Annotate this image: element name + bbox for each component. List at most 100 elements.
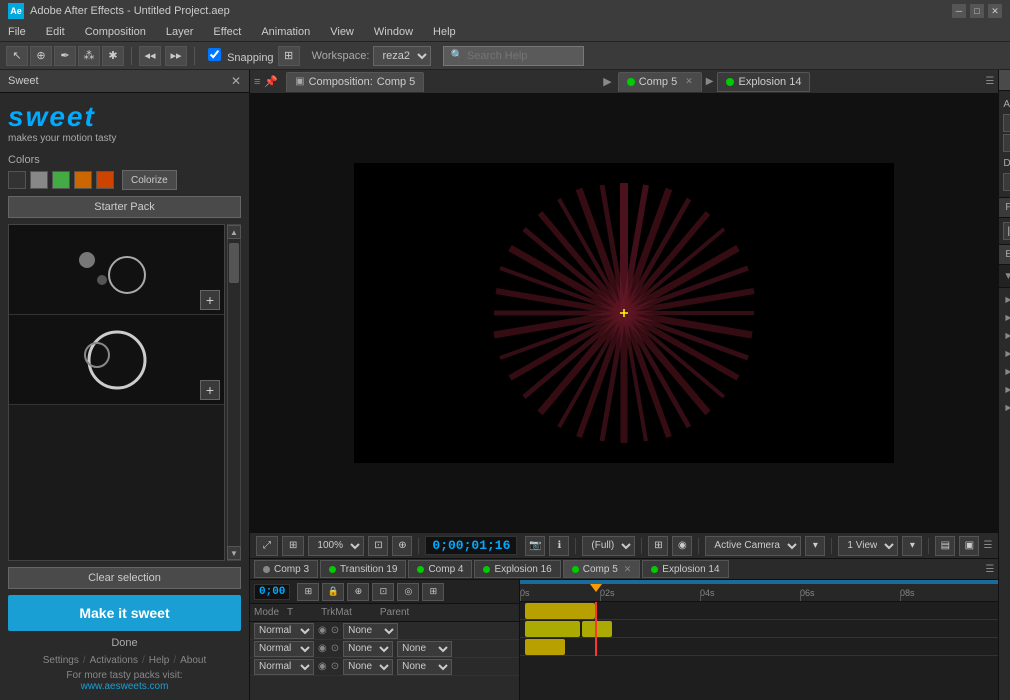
comp-tab-overflow[interactable]: ▶: [599, 75, 615, 88]
preset-item-2[interactable]: +: [9, 315, 224, 405]
timeline-tab-transition19[interactable]: Transition 19: [320, 560, 406, 578]
timeline-tab-explosion14[interactable]: Explosion 14: [642, 560, 728, 578]
row2-parent-select[interactable]: None: [397, 641, 452, 657]
menu-effect[interactable]: Effect: [209, 26, 245, 38]
comp-tab-comp5[interactable]: Comp 5 ✕: [618, 72, 702, 92]
tc-btn-2[interactable]: 🔒: [322, 583, 344, 601]
timeline-tab-comp3[interactable]: Comp 3: [254, 560, 318, 578]
effect-bcc8-blur[interactable]: ▶ BCC8 Bl...harpen: [1001, 380, 1010, 398]
comp-pin-icon[interactable]: 📌: [264, 75, 278, 88]
color-swatch-2[interactable]: [30, 171, 48, 189]
effect-bcc8-color[interactable]: ▶ BCC8 Co...& Tone: [1001, 398, 1010, 416]
effect-anima-presets[interactable]: ▶ * Anima...Presets: [1001, 290, 1010, 308]
color-swatch-3[interactable]: [52, 171, 70, 189]
tool-shape[interactable]: ⁂: [78, 46, 100, 66]
track-clip-3a[interactable]: [525, 639, 565, 655]
settings-link[interactable]: Settings: [43, 655, 79, 666]
comp-expand-icon[interactable]: ≡: [254, 76, 260, 88]
about-link[interactable]: About: [180, 655, 206, 666]
right-tab-info[interactable]: Info: [999, 70, 1010, 90]
playhead[interactable]: [595, 602, 597, 656]
comp5tl-close[interactable]: ✕: [624, 564, 632, 575]
tc-btn-1[interactable]: ⊞: [297, 583, 319, 601]
menu-composition[interactable]: Composition: [81, 26, 150, 38]
align-vmid-btn[interactable]: ⊞: [1003, 134, 1010, 152]
preview-first-btn[interactable]: |◂: [1003, 222, 1010, 240]
snapping-checkbox[interactable]: [208, 48, 221, 61]
row1-parent-select[interactable]: None: [343, 623, 398, 639]
comp-tab-arrow[interactable]: ▶: [704, 76, 716, 87]
scroll-up-btn[interactable]: ▲: [227, 225, 241, 239]
viewer-zoom-btn[interactable]: ⊕: [392, 536, 412, 556]
camera-select[interactable]: Active Camera: [705, 536, 801, 556]
zoom-select[interactable]: 100%: [308, 536, 364, 556]
row3-lock-icon[interactable]: ⊙: [331, 661, 339, 672]
color-swatch-4[interactable]: [74, 171, 92, 189]
menu-file[interactable]: File: [4, 26, 30, 38]
starter-pack-button[interactable]: Starter Pack: [8, 196, 241, 218]
visit-link[interactable]: www.aesweets.com: [81, 681, 169, 692]
row3-eye-icon[interactable]: ◉: [318, 661, 327, 672]
row3-parent-select[interactable]: None: [397, 659, 452, 675]
viewer-area[interactable]: [250, 94, 998, 532]
minimize-btn[interactable]: ─: [952, 4, 966, 18]
timeline-tab-comp4[interactable]: Comp 4: [408, 560, 472, 578]
effect-bcc8-3d[interactable]: ▶ BCC8 3D...ects: [1001, 344, 1010, 362]
comp-tab-explosion14[interactable]: Explosion 14: [717, 72, 810, 92]
effect-3d-channel[interactable]: ▶ 3D Channel: [1001, 308, 1010, 326]
viewer-grid2-btn[interactable]: ⊞: [648, 536, 668, 556]
preset-add-btn-1[interactable]: +: [200, 290, 220, 310]
row2-trkmat-select[interactable]: None: [343, 641, 393, 657]
row1-lock-icon[interactable]: ⊙: [331, 625, 339, 636]
timeline-tab-explosion16[interactable]: Explosion 16: [474, 560, 560, 578]
viewer-gl-btn[interactable]: ▤: [935, 536, 955, 556]
row2-lock-icon[interactable]: ⊙: [331, 643, 339, 654]
tc-btn-3[interactable]: ⊕: [347, 583, 369, 601]
effect-bcc8-art[interactable]: ▶ BCC8 Art Looks: [1001, 362, 1010, 380]
color-swatch-1[interactable]: [8, 171, 26, 189]
menu-window[interactable]: Window: [370, 26, 417, 38]
viewer-cam-btn[interactable]: 📷: [525, 536, 545, 556]
preset-item-1[interactable]: +: [9, 225, 224, 315]
menu-view[interactable]: View: [326, 26, 358, 38]
snap-options-btn[interactable]: ⊞: [278, 46, 300, 66]
tc-btn-4[interactable]: ⊡: [372, 583, 394, 601]
dist-left-btn[interactable]: ⊞: [1003, 173, 1010, 191]
preset-add-btn-2[interactable]: +: [200, 380, 220, 400]
align-left-btn[interactable]: ⊞: [1003, 114, 1010, 132]
row1-eye-icon[interactable]: ◉: [318, 625, 327, 636]
help-link[interactable]: Help: [149, 655, 170, 666]
row2-mode-select[interactable]: Normal: [254, 641, 314, 657]
quality-select[interactable]: (Full): [582, 536, 635, 556]
track-clip-2b[interactable]: [582, 621, 612, 637]
scroll-down-btn[interactable]: ▼: [227, 546, 241, 560]
view-select[interactable]: 1 View: [838, 536, 898, 556]
track-clip-1a[interactable]: [525, 603, 595, 619]
timeline-tab-comp5[interactable]: Comp 5 ✕: [563, 560, 641, 578]
viewer-expand-btn[interactable]: ⤢: [256, 536, 278, 556]
done-button[interactable]: Done: [8, 637, 241, 649]
menu-edit[interactable]: Edit: [42, 26, 69, 38]
comp5-close[interactable]: ✕: [685, 76, 693, 87]
scroll-thumb[interactable]: [229, 243, 239, 283]
effect-audio[interactable]: ▶ Audio: [1001, 326, 1010, 344]
viewer-info-btn[interactable]: ℹ: [549, 536, 569, 556]
comp-overflow-icon[interactable]: ☰: [985, 76, 994, 87]
clear-selection-button[interactable]: Clear selection: [8, 567, 241, 589]
sweet-close-btn[interactable]: ✕: [231, 74, 241, 88]
tool-select[interactable]: ↖: [6, 46, 28, 66]
timeline-overflow[interactable]: ☰: [985, 564, 994, 575]
color-swatch-5[interactable]: [96, 171, 114, 189]
row1-mode-select[interactable]: Normal: [254, 623, 314, 639]
row3-mode-select[interactable]: Normal: [254, 659, 314, 675]
viewer-cam-down[interactable]: ▾: [805, 536, 825, 556]
viewer-grid-btn[interactable]: ⊞: [282, 536, 304, 556]
tool-pen[interactable]: ✒: [54, 46, 76, 66]
tool-nav-right[interactable]: ▸▸: [165, 46, 187, 66]
tc-btn-5[interactable]: ◎: [397, 583, 419, 601]
menu-layer[interactable]: Layer: [162, 26, 198, 38]
colorize-button[interactable]: Colorize: [122, 170, 177, 190]
viewer-fit-btn[interactable]: ⊡: [368, 536, 388, 556]
tool-anchor[interactable]: ⊕: [30, 46, 52, 66]
close-btn-win[interactable]: ✕: [988, 4, 1002, 18]
